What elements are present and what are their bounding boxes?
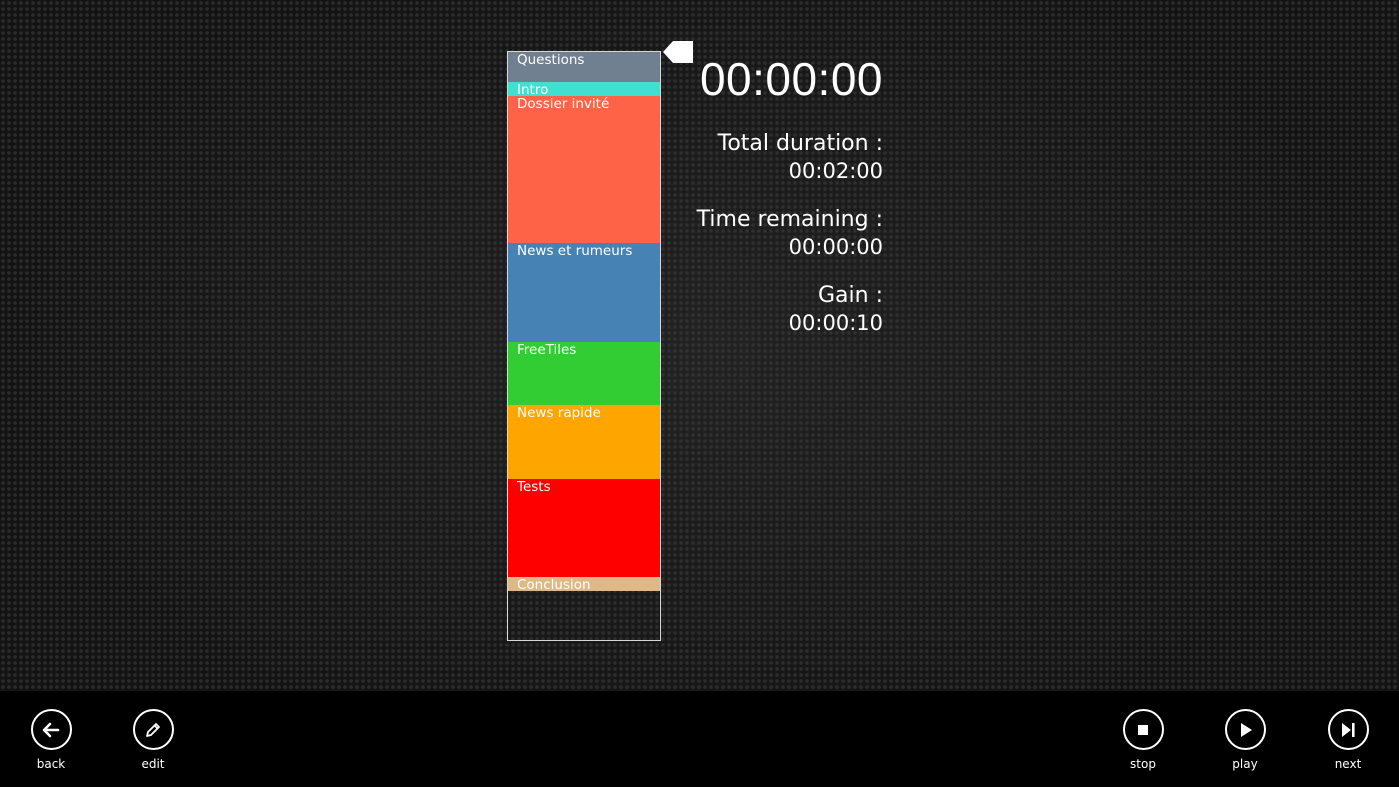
app-bar: back edit stop play next — [0, 691, 1399, 787]
arrow-left-icon — [42, 722, 60, 737]
total-duration-value: 00:02:00 — [788, 159, 883, 183]
time-remaining-label: Time remaining : — [696, 207, 883, 232]
stop-icon — [1138, 724, 1148, 735]
pencil-icon — [146, 722, 160, 737]
next-button[interactable]: next — [1308, 709, 1388, 779]
position-marker-icon[interactable] — [663, 41, 693, 63]
gain-value: 00:00:10 — [788, 311, 883, 335]
segment-news-et-rumeurs[interactable]: News et rumeurs — [508, 243, 660, 342]
gain: Gain : 00:00:10 — [643, 282, 883, 337]
time-remaining: Time remaining : 00:00:00 — [643, 206, 883, 261]
time-remaining-value: 00:00:00 — [788, 235, 883, 259]
play-button[interactable]: play — [1205, 709, 1285, 779]
timeline-bar: Questions Intro Dossier invité News et r… — [507, 51, 661, 641]
total-duration: Total duration : 00:02:00 — [643, 130, 883, 185]
segment-tests[interactable]: Tests — [508, 479, 660, 577]
elapsed-clock: 00:00:00 — [699, 53, 883, 105]
back-label: back — [36, 757, 66, 771]
edit-button[interactable]: edit — [113, 709, 193, 779]
segment-conclusion[interactable]: Conclusion — [508, 577, 660, 591]
segment-freetiles[interactable]: FreeTiles — [508, 342, 660, 405]
segment-intro[interactable]: Intro — [508, 82, 660, 96]
play-label: play — [1232, 757, 1258, 771]
total-duration-label: Total duration : — [717, 131, 883, 156]
stop-button[interactable]: stop — [1103, 709, 1183, 779]
next-label: next — [1334, 757, 1362, 771]
edit-label: edit — [141, 757, 165, 771]
skip-next-icon — [1342, 722, 1355, 737]
segment-news-rapide[interactable]: News rapide — [508, 405, 660, 479]
play-icon — [1241, 722, 1252, 737]
gain-label: Gain : — [818, 283, 883, 308]
segment-dossier-invite[interactable]: Dossier invité — [508, 96, 660, 243]
back-button[interactable]: back — [11, 709, 91, 779]
segment-questions[interactable]: Questions — [508, 52, 660, 82]
stop-label: stop — [1130, 757, 1156, 771]
